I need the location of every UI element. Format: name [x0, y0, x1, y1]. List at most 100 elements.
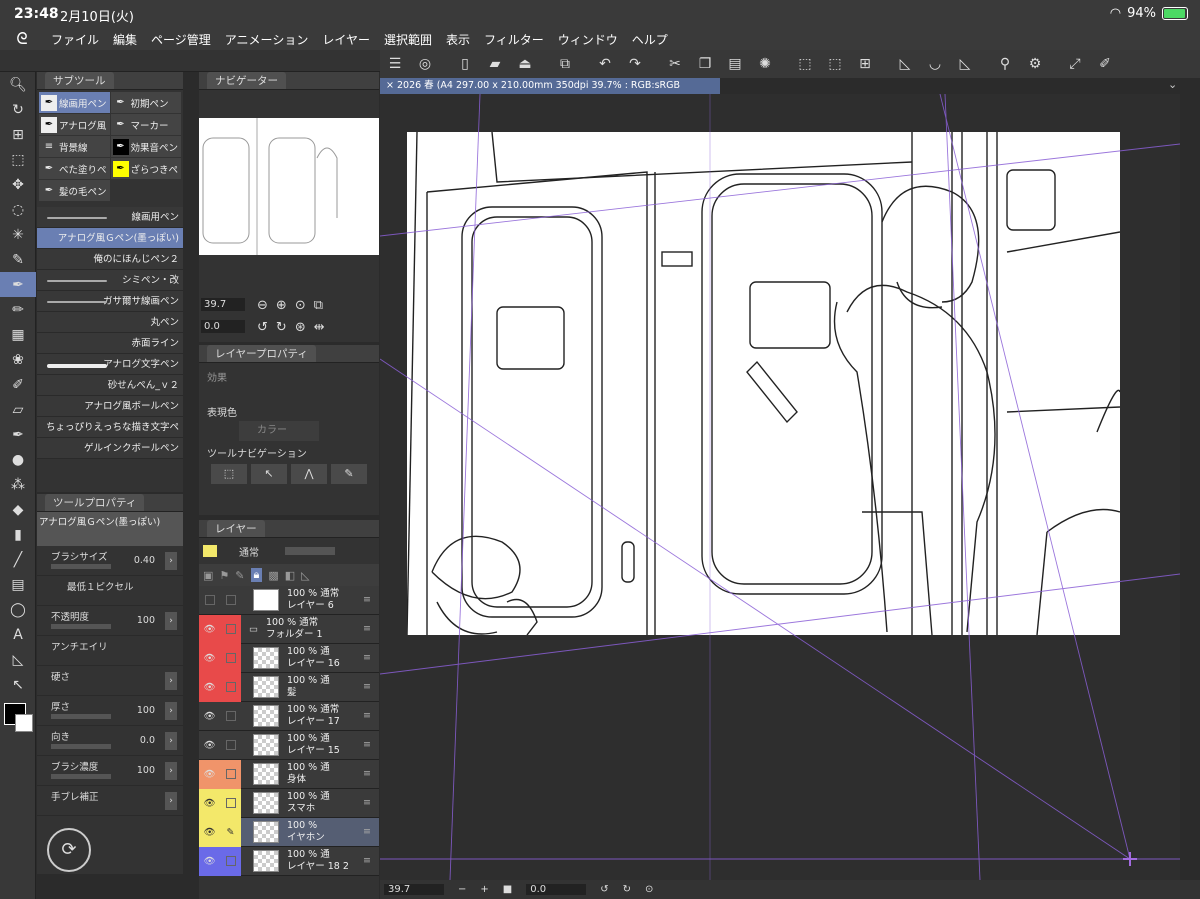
menu-layer[interactable]: レイヤー — [315, 31, 377, 48]
correct-line-icon[interactable]: ↖ — [0, 672, 36, 697]
brush-item[interactable]: アナログ風ボールペン — [37, 396, 183, 417]
layer-row[interactable]: 👁︎ 100 % 通髪 ≡ — [199, 672, 379, 702]
rotate-left-icon[interactable]: ↺ — [600, 884, 608, 895]
chevron-right-icon[interactable]: › — [165, 732, 177, 750]
zoom-in-icon[interactable]: + — [480, 884, 488, 895]
stop-icon[interactable]: ■ — [503, 884, 512, 895]
undo-icon[interactable]: ↶ — [590, 56, 620, 72]
menu-window[interactable]: ウィンドウ — [551, 31, 625, 48]
menu-icon[interactable]: ≡ — [363, 739, 371, 750]
reset-rotation-icon[interactable]: ⊛ — [295, 320, 306, 335]
navigator-zoom[interactable]: 39.7 — [201, 298, 245, 311]
chevron-right-icon[interactable]: › — [165, 612, 177, 630]
transform-icon[interactable]: ⬚ — [790, 56, 820, 72]
zoom-out-icon[interactable]: − — [458, 884, 466, 895]
lock-icon[interactable]: 🔒︎ — [250, 568, 263, 582]
copy-icon[interactable]: ❐ — [690, 56, 720, 72]
menu-page[interactable]: ページ管理 — [144, 31, 218, 48]
frame-tool-icon[interactable]: ▤ — [0, 572, 36, 597]
layer-row[interactable]: 👁︎ 100 % 通レイヤー 15 ≡ — [199, 731, 379, 760]
zoom-in-icon[interactable]: ⊕ — [276, 298, 287, 313]
bottom-zoom[interactable]: 39.7 — [384, 884, 444, 895]
zoom-tool-icon[interactable]: 🔍︎ — [0, 72, 36, 97]
layer-row[interactable]: 👁︎ 100 % 通スマホ ≡ — [199, 788, 379, 818]
subtool-group-sfx[interactable]: ✒ 効果音ペン — [110, 136, 181, 157]
brush-item[interactable]: ゲルインクボールペン — [37, 438, 183, 459]
prop-stabilization[interactable]: 手ブレ補正 › — [37, 786, 183, 816]
eye-icon[interactable]: 👁︎ — [199, 731, 220, 760]
clip-studio-icon[interactable]: ◎ — [410, 56, 440, 72]
main-color-swatch[interactable] — [4, 703, 33, 732]
edit-mode-icon[interactable]: ✐ — [1090, 56, 1120, 72]
rotate-right-icon[interactable]: ↻ — [623, 884, 631, 895]
save-icon[interactable]: ⏏ — [510, 56, 540, 72]
pen-tool-icon[interactable]: ✒ — [0, 272, 36, 297]
snap-ruler-icon[interactable]: ◺ — [890, 56, 920, 72]
brush-item[interactable]: シミペン・改 — [37, 270, 183, 291]
layer-row[interactable]: 👁︎ 100 % 通身体 ≡ — [199, 759, 379, 789]
gradient-tool-icon[interactable]: ▮ — [0, 522, 36, 547]
menu-icon[interactable]: ≡ — [363, 768, 371, 779]
blend-tool-icon[interactable]: ✒ — [0, 422, 36, 447]
menu-filter[interactable]: フィルター — [477, 31, 551, 48]
clip-icon[interactable]: ▣ — [203, 569, 213, 582]
decoration-tool-icon[interactable]: ❀ — [0, 347, 36, 372]
ruler-tool-icon[interactable]: ◺ — [0, 647, 36, 672]
free-transform-icon[interactable]: ⬚ — [820, 56, 850, 72]
new-file-icon[interactable]: ▯ — [450, 56, 480, 72]
layer-row[interactable]: 👁︎ 100 % 通常 レイヤー 17 ≡ — [199, 702, 379, 731]
subtool-group-hair[interactable]: ✒ 髪の毛ペン — [39, 180, 110, 201]
chevron-right-icon[interactable]: › — [165, 792, 177, 810]
zoom-fit-icon[interactable]: ⊙ — [295, 298, 306, 313]
navigator-thumbnail[interactable] — [199, 118, 379, 255]
brush-item[interactable]: 線画用ペン — [37, 207, 183, 228]
layerprop-color-select[interactable]: カラー — [239, 421, 319, 441]
sub-color-swatch[interactable] — [15, 714, 33, 732]
menu-selection[interactable]: 選択範囲 — [377, 31, 439, 48]
chevron-down-icon[interactable]: ⌄ — [1168, 78, 1177, 91]
menu-icon[interactable]: ≡ — [363, 594, 371, 605]
companion-icon[interactable]: ⚲ — [990, 56, 1020, 72]
subtool-group-bgline[interactable]: ≡ 背景線 — [39, 136, 110, 157]
prop-brush-size[interactable]: ブラシサイズ 0.40 › — [37, 546, 183, 576]
balloon-tool-icon[interactable]: ◯ — [0, 597, 36, 622]
blend-mode-select[interactable]: 通常 — [239, 544, 259, 559]
layer-row[interactable]: 100 % 通常 レイヤー 6 ≡ — [199, 586, 379, 615]
reset-tool-icon[interactable]: ⟳ — [47, 828, 91, 872]
select-nav-icon[interactable]: ↖ — [251, 464, 287, 484]
subtool-group-rough[interactable]: ✒ ざらつきペ — [110, 158, 181, 179]
close-icon[interactable]: × — [386, 80, 397, 91]
eye-icon[interactable]: 👁︎ — [199, 846, 220, 876]
bottom-angle[interactable]: 0.0 — [526, 884, 587, 895]
menu-icon[interactable]: ≡ — [363, 855, 371, 866]
clear-icon[interactable]: ✺ — [750, 56, 780, 72]
menu-icon[interactable]: ≡ — [363, 623, 371, 634]
menu-animation[interactable]: アニメーション — [218, 31, 316, 48]
brush-item[interactable]: 丸ペン — [37, 312, 183, 333]
brush-item[interactable]: アナログ文字ペン — [37, 354, 183, 375]
move-tool-icon[interactable]: ✥ — [0, 172, 36, 197]
brush-item[interactable]: 赤面ライン — [37, 333, 183, 354]
menu-icon[interactable]: ≡ — [363, 826, 371, 837]
eye-icon[interactable]: 👁︎ — [199, 672, 220, 702]
chevron-right-icon[interactable]: › — [165, 672, 177, 690]
subtool-group-analog[interactable]: ✒ アナログ風 — [39, 114, 110, 135]
prop-hardness[interactable]: 硬さ › — [37, 666, 183, 696]
prop-direction[interactable]: 向き 0.0 › — [37, 726, 183, 756]
spray-icon[interactable]: ⁂ — [0, 472, 36, 497]
subtool-group-marker[interactable]: ✒ マーカー — [110, 114, 181, 135]
eye-icon[interactable]: 👁︎ — [199, 788, 220, 818]
prop-brush-density[interactable]: ブラシ濃度 100 › — [37, 756, 183, 786]
settings-gear-icon[interactable]: ⚙ — [1020, 56, 1050, 72]
app-logo-icon[interactable]: ᘓ — [0, 29, 44, 49]
layer-row[interactable]: 👁︎ 100 % 通レイヤー 18 2 ≡ — [199, 846, 379, 876]
magic-wand-icon[interactable]: ✳ — [0, 222, 36, 247]
lock-alpha-icon[interactable]: ▩ — [268, 569, 278, 582]
layer-row-selected[interactable]: 👁︎ ✎ 100 % イヤホン ≡ — [199, 817, 379, 847]
chevron-right-icon[interactable]: › — [165, 552, 177, 570]
brush-item[interactable]: アナログ風Ｇペン(墨っぽい) — [37, 228, 183, 249]
brush-item[interactable]: ガサ爾サ線画ペン — [37, 291, 183, 312]
lasso-tool-icon[interactable]: ◌ — [0, 197, 36, 222]
rotate-tool-icon[interactable]: ↻ — [0, 97, 36, 122]
redo-icon[interactable]: ↷ — [620, 56, 650, 72]
